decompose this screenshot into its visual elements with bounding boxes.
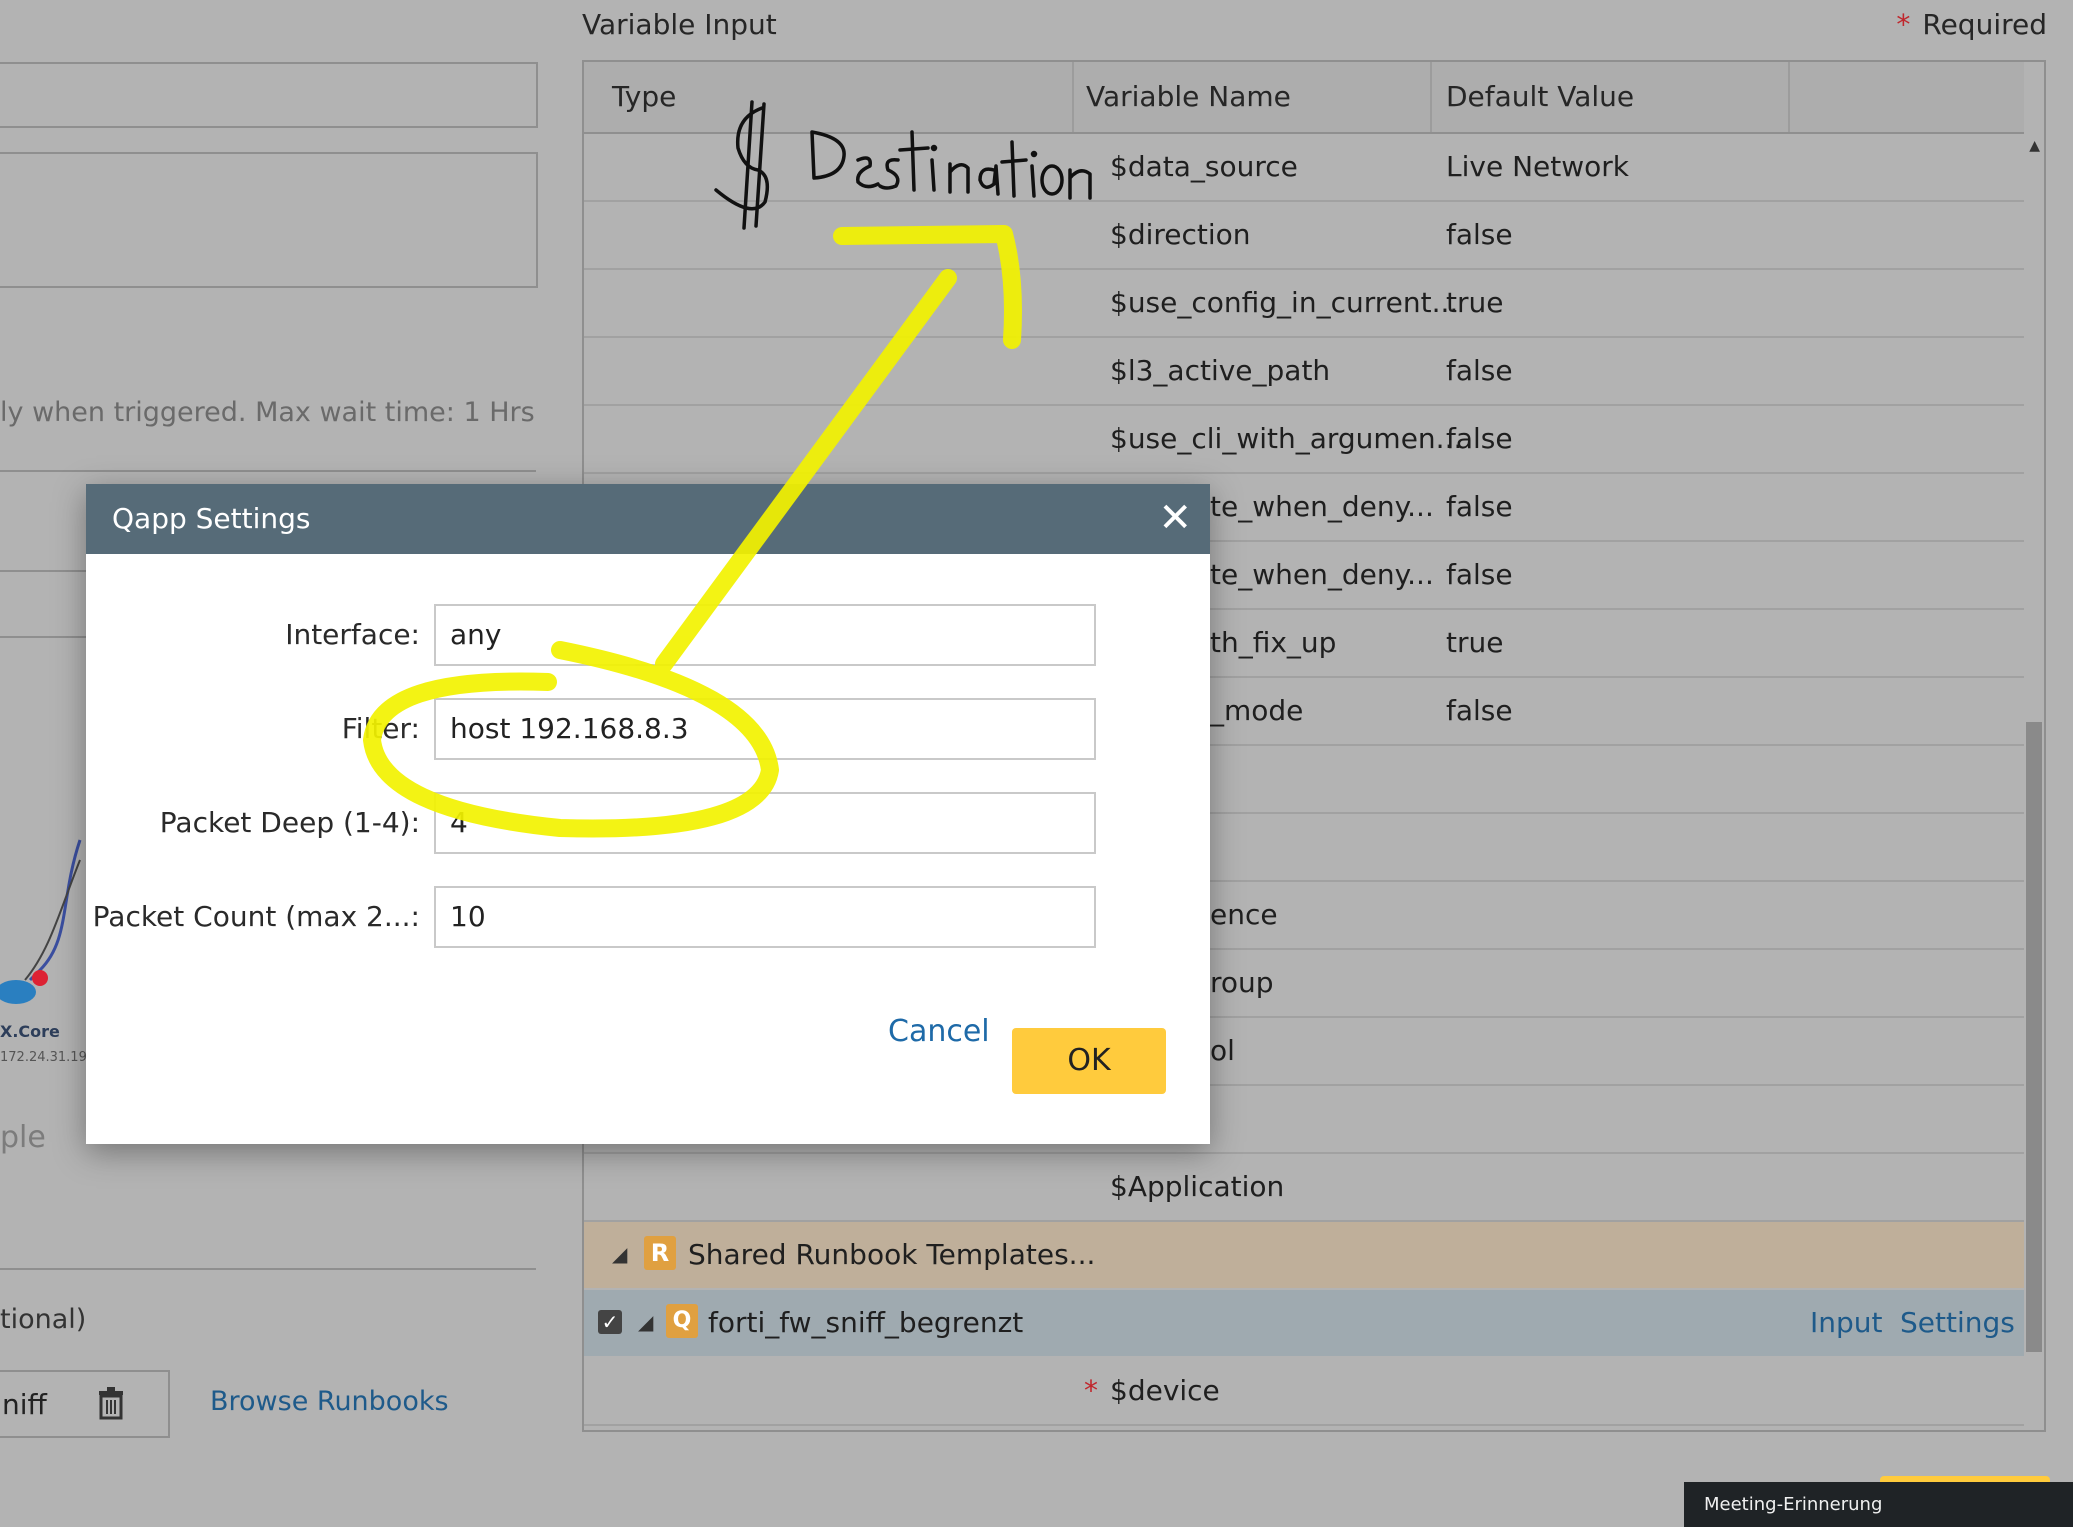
dialog-header: Qapp Settings ✕ bbox=[86, 484, 1210, 554]
runbook-selector[interactable]: niff bbox=[0, 1370, 170, 1438]
browse-runbooks-link[interactable]: Browse Runbooks bbox=[210, 1386, 449, 1417]
variable-name: $device bbox=[1110, 1374, 1220, 1407]
variable-input-title: Variable Input bbox=[582, 8, 777, 41]
runbook-name-partial: niff bbox=[2, 1388, 47, 1421]
scrollbar-thumb[interactable] bbox=[2026, 722, 2042, 1352]
scroll-up-icon[interactable]: ▲ bbox=[2029, 138, 2040, 154]
variable-name: _mode bbox=[1210, 694, 1304, 727]
default-value: false bbox=[1446, 694, 1513, 727]
variable-name: ence bbox=[1210, 898, 1278, 931]
example-text: ple bbox=[0, 1120, 46, 1155]
filter-input[interactable]: host 192.168.8.3 bbox=[434, 698, 1096, 760]
variable-name: $use_cli_with_argumen... bbox=[1110, 422, 1463, 455]
table-row[interactable]: $use_config_in_current... true bbox=[584, 270, 2024, 338]
runbook-template-icon: R bbox=[644, 1236, 676, 1270]
divider bbox=[0, 1268, 536, 1270]
default-value: false bbox=[1446, 218, 1513, 251]
table-header: Type Variable Name Default Value bbox=[584, 62, 2024, 134]
column-header-default-value[interactable]: Default Value bbox=[1446, 80, 1634, 113]
meeting-reminder-toast[interactable]: Meeting-Erinnerung bbox=[1684, 1482, 2073, 1527]
default-value: Live Network bbox=[1446, 150, 1629, 183]
packet-deep-input[interactable]: 4 bbox=[434, 792, 1096, 854]
variable-name: $use_config_in_current... bbox=[1110, 286, 1459, 319]
required-star: * bbox=[1896, 8, 1911, 41]
default-value: true bbox=[1446, 286, 1504, 319]
default-value: false bbox=[1446, 422, 1513, 455]
variable-name: $data_source bbox=[1110, 150, 1298, 183]
table-row[interactable]: $direction false bbox=[584, 202, 2024, 270]
divider bbox=[0, 570, 86, 572]
variable-name: te_when_deny... bbox=[1210, 558, 1434, 591]
checkbox[interactable]: ✓ bbox=[598, 1310, 622, 1334]
network-map-fragment bbox=[0, 839, 82, 1004]
name-field[interactable] bbox=[0, 62, 538, 128]
variable-name: th_fix_up bbox=[1210, 626, 1337, 659]
table-row[interactable]: $use_cli_with_argumen... false bbox=[584, 406, 2024, 474]
interface-input[interactable]: any bbox=[434, 604, 1096, 666]
default-value: false bbox=[1446, 558, 1513, 591]
cancel-button[interactable]: Cancel bbox=[888, 1014, 990, 1049]
optional-label: tional) bbox=[0, 1304, 87, 1335]
variable-name: te_when_deny... bbox=[1210, 490, 1434, 523]
variable-name: roup bbox=[1210, 966, 1274, 999]
interface-label: Interface: bbox=[285, 618, 420, 651]
close-icon[interactable]: ✕ bbox=[1158, 494, 1192, 542]
required-star: * bbox=[1084, 1374, 1098, 1407]
filter-label: Filter: bbox=[341, 712, 420, 745]
device-ip-label: 172.24.31.19 bbox=[0, 1050, 87, 1065]
device-name-label: X.Core bbox=[0, 1022, 60, 1041]
packet-count-input[interactable]: 10 bbox=[434, 886, 1096, 948]
default-value: true bbox=[1446, 626, 1504, 659]
dialog-title: Qapp Settings bbox=[112, 502, 311, 535]
collapse-triangle-icon[interactable]: ◢ bbox=[612, 1242, 627, 1266]
table-row[interactable]: $data_source Live Network bbox=[584, 134, 2024, 202]
required-legend: * Required bbox=[1896, 8, 2047, 41]
group-label: Shared Runbook Templates... bbox=[688, 1238, 1096, 1271]
table-row[interactable]: * $device bbox=[584, 1358, 2024, 1426]
packet-count-label: Packet Count (max 2...: bbox=[92, 900, 420, 933]
runbook-row[interactable]: ✓ ◢ Q forti_fw_sniff_begrenzt Input Sett… bbox=[584, 1290, 2024, 1356]
runbook-label: forti_fw_sniff_begrenzt bbox=[708, 1306, 1024, 1339]
shared-runbook-templates-group[interactable]: ◢ R Shared Runbook Templates... bbox=[584, 1222, 2024, 1288]
variable-name: ol bbox=[1210, 1034, 1235, 1067]
qapp-icon: Q bbox=[666, 1304, 698, 1338]
packet-deep-label: Packet Deep (1-4): bbox=[159, 806, 420, 839]
divider bbox=[0, 636, 86, 638]
input-link[interactable]: Input bbox=[1810, 1306, 1883, 1339]
required-label: Required bbox=[1922, 8, 2047, 41]
column-header-variable-name[interactable]: Variable Name bbox=[1086, 80, 1291, 113]
qapp-settings-dialog: Qapp Settings ✕ Interface: any Filter: h… bbox=[86, 484, 1210, 1144]
description-field[interactable] bbox=[0, 152, 538, 288]
default-value: false bbox=[1446, 354, 1513, 387]
default-value: false bbox=[1446, 490, 1513, 523]
table-row[interactable]: $l3_active_path false bbox=[584, 338, 2024, 406]
column-header-type[interactable]: Type bbox=[612, 80, 676, 113]
ok-button[interactable]: OK bbox=[1012, 1028, 1166, 1094]
variable-name: $l3_active_path bbox=[1110, 354, 1331, 387]
variable-name: $Application bbox=[1110, 1170, 1285, 1203]
divider bbox=[0, 470, 536, 472]
trash-icon[interactable] bbox=[96, 1386, 126, 1420]
variable-name: $direction bbox=[1110, 218, 1251, 251]
collapse-triangle-icon[interactable]: ◢ bbox=[638, 1310, 653, 1334]
trigger-status-text: ly when triggered. Max wait time: 1 Hrs bbox=[0, 397, 535, 428]
table-row[interactable]: $Application bbox=[584, 1154, 2024, 1222]
scrollbar[interactable]: ▲ ▼ bbox=[2024, 132, 2044, 1430]
settings-link[interactable]: Settings bbox=[1900, 1306, 2015, 1339]
